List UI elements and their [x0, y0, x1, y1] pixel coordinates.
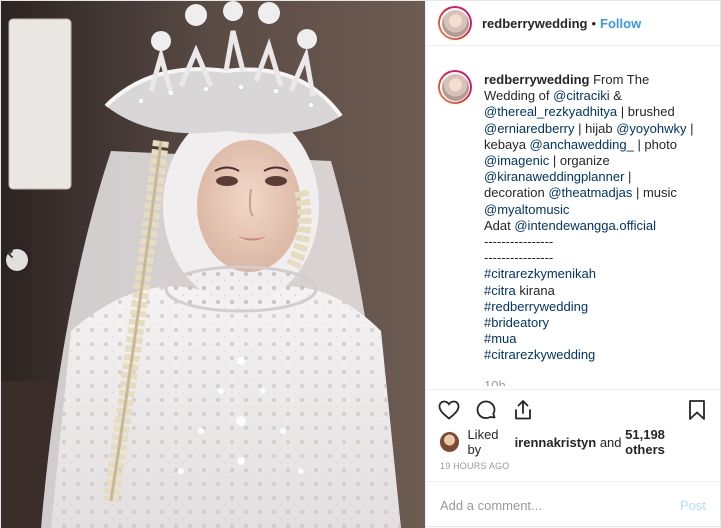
mention-link[interactable]: @yoyohwky — [616, 121, 686, 136]
caption-line: decoration @theatmadjas | music — [484, 185, 704, 201]
cut-off-text: 10h — [484, 377, 506, 386]
caption-line: ---------------- — [484, 250, 704, 266]
mention-link[interactable]: @theatmadjas — [548, 185, 632, 200]
caption-line: @myaltomusic — [484, 202, 704, 218]
caption-text-segment: decoration — [484, 185, 549, 201]
likes-middle: and — [596, 434, 626, 450]
hashtag-link[interactable]: #citrarezkymenikah — [484, 266, 596, 281]
caption-text-segment: | — [686, 120, 694, 136]
caption-username[interactable]: redberrywedding — [484, 72, 593, 87]
likes-summary: Liked by irennakristyn and 51,198 others — [426, 427, 720, 457]
mention-link[interactable]: @intendewangga.official — [514, 218, 656, 233]
avatar[interactable] — [438, 6, 472, 40]
caption-text-segment: | music — [632, 185, 677, 201]
caption-text-segment: kebaya — [484, 136, 530, 152]
comment-input[interactable] — [440, 497, 680, 513]
liker-avatar[interactable] — [440, 432, 460, 452]
bookmark-icon — [689, 399, 705, 420]
heart-icon — [438, 400, 460, 420]
hashtag-link[interactable]: #brideatory — [484, 315, 549, 330]
caption-line: @imagenic | organize — [484, 153, 704, 169]
mention-link[interactable]: @myaltomusic — [484, 202, 569, 217]
caption-text-segment: ---------------- — [484, 250, 554, 266]
mention-link[interactable]: @citraciki — [553, 88, 610, 103]
hashtag-link[interactable]: #redberrywedding — [484, 299, 588, 314]
caption-avatar[interactable] — [438, 70, 472, 104]
profile-picture — [441, 9, 469, 37]
save-button[interactable] — [684, 397, 710, 423]
caption-line: #citra kirana — [484, 283, 704, 299]
share-button[interactable] — [510, 397, 536, 423]
mention-link[interactable]: @imagenic — [484, 153, 549, 168]
hashtag-link[interactable]: #citrarezkywedding — [484, 347, 595, 362]
mention-link[interactable]: @anchawedding_ — [530, 137, 634, 152]
caption-text-segment: kirana — [515, 282, 555, 298]
bride-photo-illustration — [1, 1, 425, 528]
add-comment-bar: Post — [426, 481, 720, 528]
hashtag-link[interactable]: #mua — [484, 331, 517, 346]
caption-line: #redberrywedding — [484, 299, 704, 315]
caption-text-segment: & — [609, 88, 622, 104]
header-username[interactable]: redberrywedding — [482, 16, 587, 31]
previous-image-button[interactable] — [6, 249, 28, 271]
caption-line: redberrywedding From The — [484, 72, 704, 88]
caption-line: @erniaredberry | hijab @yoyohwky | — [484, 121, 704, 137]
caption-line: kebaya @anchawedding_ | photo — [484, 137, 704, 153]
caption-text-segment: From The — [593, 72, 650, 87]
caption-text-segment: Wedding of — [484, 88, 554, 104]
caption-line: #brideatory — [484, 315, 704, 331]
action-bar — [426, 389, 720, 429]
caption-text: redberrywedding From The Wedding of @citr… — [484, 72, 704, 389]
post-header: redberrywedding • Follow — [426, 1, 720, 46]
caption-text-segment: | photo — [633, 136, 677, 152]
hashtag-link[interactable]: #citra — [484, 283, 516, 298]
follow-button[interactable]: Follow — [600, 16, 641, 31]
like-button[interactable] — [436, 397, 462, 423]
caption-line: #citrarezkywedding — [484, 347, 704, 363]
comment-button[interactable] — [473, 397, 499, 423]
share-icon — [515, 399, 531, 419]
post-sidebar: redberrywedding • Follow redberrywedding… — [425, 1, 720, 528]
caption-text-segment: | brushed — [617, 104, 675, 120]
caption-line: Adat @intendewangga.official — [484, 218, 704, 234]
liker-username[interactable]: irennakristyn — [515, 435, 597, 450]
mention-link[interactable]: @thereal_rezkyadhitya — [484, 104, 617, 119]
caption-line: #mua — [484, 331, 704, 347]
likes-prefix: Liked by — [467, 427, 499, 457]
caption-text-segment: | hijab — [574, 120, 617, 136]
caption-text-segment: | organize — [549, 153, 610, 169]
profile-picture — [441, 73, 469, 101]
comments-area[interactable]: redberrywedding From The Wedding of @citr… — [426, 46, 720, 389]
caption-text-segment: Adat — [484, 217, 515, 233]
post-photo[interactable] — [1, 1, 425, 528]
caption-text-segment: | — [624, 169, 632, 185]
instagram-post: redberrywedding • Follow redberrywedding… — [0, 0, 721, 528]
post-timestamp[interactable]: 19 HOURS AGO — [426, 455, 720, 477]
chevron-left-icon — [7, 249, 14, 259]
likes-others-link[interactable]: 51,198 others — [625, 427, 706, 457]
caption-line: @thereal_rezkyadhitya | brushed — [484, 104, 704, 120]
caption-line: @kiranaweddingplanner | — [484, 169, 704, 185]
separator-dot: • — [591, 15, 597, 31]
caption-text-segment: ---------------- — [484, 234, 554, 250]
caption-line: ---------------- — [484, 234, 704, 250]
comment-bubble-icon — [476, 400, 496, 419]
caption-line: #citrarezkymenikah — [484, 266, 704, 282]
caption-line: Wedding of @citraciki & — [484, 88, 704, 104]
mention-link[interactable]: @erniaredberry — [484, 121, 575, 136]
post-comment-button[interactable]: Post — [680, 498, 706, 513]
mention-link[interactable]: @kiranaweddingplanner — [484, 169, 624, 184]
